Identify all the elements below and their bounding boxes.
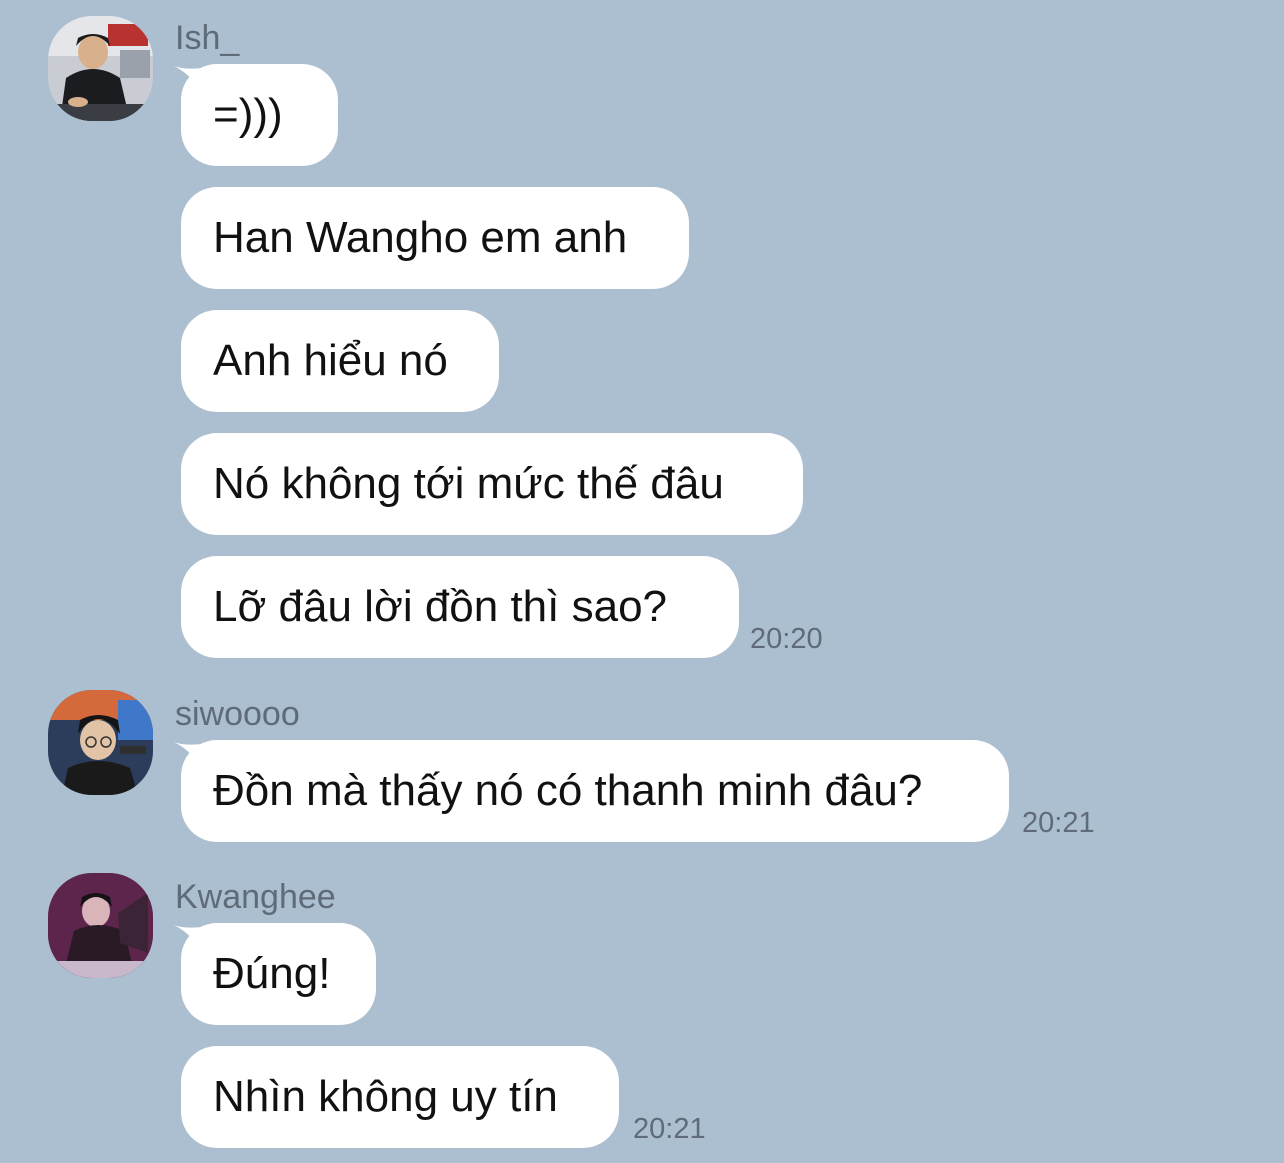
message-text: Đồn mà thấy nó có thanh minh đâu? — [213, 766, 923, 815]
message-text: Đúng! — [213, 949, 331, 998]
message-bubble[interactable]: =))) — [181, 64, 338, 166]
message-text: Lỡ đâu lời đồn thì sao? — [213, 582, 668, 631]
sender-name: Ish_ — [175, 19, 240, 57]
sender-name: Kwanghee — [175, 878, 336, 916]
message-text: Nó không tới mức thế đâu — [213, 459, 724, 508]
message-text: Han Wangho em anh — [213, 213, 628, 262]
message-bubble[interactable]: Nhìn không uy tín — [181, 1046, 619, 1148]
message-bubble[interactable]: Han Wangho em anh — [181, 187, 689, 289]
sender-name: siwoooo — [175, 695, 300, 733]
message-bubble[interactable]: Đúng! — [181, 923, 376, 1025]
message-text: Nhìn không uy tín — [213, 1072, 558, 1121]
message-timestamp: 20:20 — [750, 623, 823, 655]
message-bubble[interactable]: Đồn mà thấy nó có thanh minh đâu? — [181, 740, 1009, 842]
avatar-kwanghee-icon — [48, 873, 153, 978]
message-bubble[interactable]: Lỡ đâu lời đồn thì sao? — [181, 556, 739, 658]
message-bubble[interactable]: Nó không tới mức thế đâu — [181, 433, 803, 535]
message-text: =))) — [213, 90, 283, 139]
message-timestamp: 20:21 — [1022, 807, 1095, 839]
avatar-ish-icon — [48, 16, 153, 121]
avatar-ish[interactable] — [48, 16, 153, 121]
message-bubble[interactable]: Anh hiểu nó — [181, 310, 499, 412]
avatar-siwoooo[interactable] — [48, 690, 153, 795]
message-timestamp: 20:21 — [633, 1113, 706, 1145]
avatar-kwanghee[interactable] — [48, 873, 153, 978]
message-text: Anh hiểu nó — [213, 336, 448, 385]
avatar-siwoooo-icon — [48, 690, 153, 795]
